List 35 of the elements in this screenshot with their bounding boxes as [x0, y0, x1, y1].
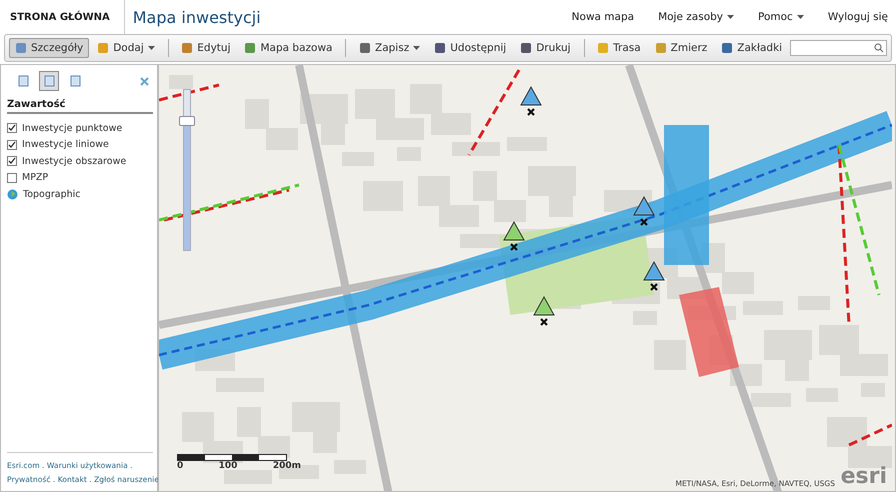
toolbar-button[interactable]: Drukuj — [514, 38, 577, 58]
layer-label: Inwestycje punktowe — [22, 122, 122, 134]
toolbar-button[interactable]: Edytuj — [175, 38, 236, 58]
checkbox[interactable] — [7, 140, 17, 150]
search-field[interactable] — [790, 40, 888, 56]
toolbar-button[interactable]: Zapisz — [353, 38, 426, 58]
toolbar-button[interactable]: Szczegóły — [9, 38, 90, 58]
section-heading: Zawartość — [7, 93, 153, 114]
app-title: Mapa inwestycji — [132, 8, 262, 26]
nav-link[interactable]: Wyloguj się — [828, 11, 888, 23]
zoom-slider-thumb[interactable] — [179, 116, 195, 126]
checkbox[interactable] — [7, 172, 17, 183]
toolbar-button[interactable]: Mapa bazowa — [238, 38, 338, 58]
search-icon — [874, 43, 884, 53]
toolbar-button[interactable]: Zakładki — [715, 38, 788, 58]
scale-label: 0 — [177, 461, 184, 471]
toolbar-button[interactable]: Zmierz — [648, 38, 714, 58]
nav-link[interactable]: Pomoc — [758, 11, 793, 23]
checkbox[interactable] — [7, 156, 17, 166]
nav-link[interactable]: Moje zasoby — [658, 11, 723, 23]
toolbar-button[interactable]: Udostępnij — [428, 38, 512, 58]
toolbar-button[interactable]: Dodaj — [91, 38, 161, 58]
scale-label: 100 — [218, 461, 238, 471]
panel-tab[interactable] — [39, 71, 59, 91]
globe-icon — [7, 188, 18, 200]
checkbox[interactable] — [7, 123, 17, 134]
layer-label: Inwestycje liniowe — [22, 139, 109, 150]
close-icon[interactable] — [140, 76, 149, 86]
scale-label: 200m — [272, 461, 301, 471]
layer-label: MPZP — [22, 172, 48, 184]
nav-link[interactable]: Nowa mapa — [572, 11, 634, 23]
toolbar-button[interactable]: Trasa — [591, 38, 647, 58]
esri-logo: esri — [840, 464, 887, 489]
layer-label: Inwestycje obszarowe — [22, 156, 126, 167]
layer-label: Topographic — [23, 188, 81, 200]
